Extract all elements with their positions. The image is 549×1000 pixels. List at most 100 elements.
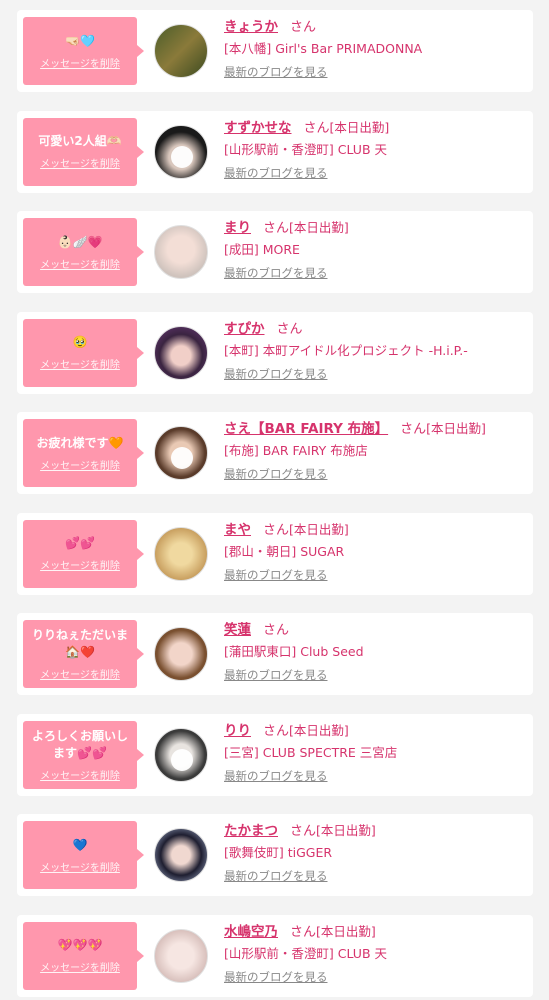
name-line: すずかせな さん[本日出勤] bbox=[224, 118, 524, 139]
avatar[interactable] bbox=[154, 24, 208, 78]
cast-info: すずかせな さん[本日出勤] [山形駅前・香澄町] CLUB 天 最新のブログを見… bbox=[224, 118, 524, 185]
delete-message-link[interactable]: メッセージを削除 bbox=[40, 859, 120, 874]
cast-name-link[interactable]: すずかせな bbox=[224, 120, 292, 136]
message-text: よろしくお願いします💕💕 bbox=[31, 728, 128, 760]
cast-info: きょうか さん [本八幡] Girl's Bar PRIMADONNA 最新のブロ… bbox=[224, 17, 524, 84]
delete-message-link[interactable]: メッセージを削除 bbox=[40, 356, 120, 371]
favorite-card: お疲れ様です🧡 メッセージを削除 さえ【BAR FAIRY 布施】 さん[本日出勤… bbox=[17, 412, 533, 494]
message-bubble: 可愛い2人組🫶🏻 メッセージを削除 bbox=[23, 117, 144, 186]
message-bubble: お疲れ様です🧡 メッセージを削除 bbox=[23, 419, 144, 487]
message-text: 💖💖💖 bbox=[57, 938, 103, 952]
avatar[interactable] bbox=[154, 526, 208, 581]
face-mask-icon bbox=[171, 748, 193, 771]
latest-blog-link[interactable]: 最新のブログを見る bbox=[224, 60, 524, 84]
name-line: すぴか さん bbox=[224, 319, 524, 340]
avatar[interactable] bbox=[154, 928, 208, 983]
latest-blog-link[interactable]: 最新のブログを見る bbox=[224, 563, 524, 587]
name-line: まや さん[本日出勤] bbox=[224, 520, 524, 541]
delete-message-link[interactable]: メッセージを削除 bbox=[40, 557, 120, 572]
favorite-card: りりねぇただいま🏠❤️ メッセージを削除 笑蓮 さん [蒲田駅東口] Club S… bbox=[17, 613, 533, 695]
message-bubble: りりねぇただいま🏠❤️ メッセージを削除 bbox=[23, 620, 144, 688]
favorite-card: 🥹 メッセージを削除 すぴか さん [本町] 本町アイドル化プロジェクト -H.i… bbox=[17, 311, 533, 394]
attendance-status: [本日出勤] bbox=[289, 722, 349, 738]
avatar[interactable] bbox=[154, 828, 208, 882]
name-line: たかまつ さん[本日出勤] bbox=[224, 821, 524, 842]
message-text: 👶🏻🪽💗 bbox=[57, 234, 103, 249]
cast-name-link[interactable]: りり bbox=[224, 723, 251, 739]
message-text: 💙 bbox=[72, 837, 88, 852]
honorific: さん bbox=[290, 924, 317, 940]
favorite-card: 💖💖💖 メッセージを削除 水嶋空乃 さん[本日出勤] [山形駅前・香澄町] CLU… bbox=[17, 914, 533, 997]
attendance-status: [本日出勤] bbox=[316, 923, 376, 939]
cast-name-link[interactable]: まり bbox=[224, 220, 251, 236]
message-bubble: 👶🏻🪽💗 メッセージを削除 bbox=[23, 218, 144, 286]
avatar[interactable] bbox=[154, 627, 208, 681]
favorite-card: 💙 メッセージを削除 たかまつ さん[本日出勤] [歌舞伎町] tiGGER 最新… bbox=[17, 814, 533, 896]
cast-info: りり さん[本日出勤] [三宮] CLUB SPECTRE 三宮店 最新のブログを… bbox=[224, 721, 524, 788]
latest-blog-link[interactable]: 最新のブログを見る bbox=[224, 261, 524, 285]
honorific: さん bbox=[276, 321, 303, 337]
cast-name-link[interactable]: たかまつ bbox=[224, 823, 278, 839]
delete-message-link[interactable]: メッセージを削除 bbox=[40, 767, 120, 782]
name-line: きょうか さん bbox=[224, 17, 524, 38]
cast-name-link[interactable]: すぴか bbox=[224, 321, 265, 337]
shop-name: [成田] MORE bbox=[224, 242, 300, 257]
latest-blog-link[interactable]: 最新のブログを見る bbox=[224, 663, 524, 687]
honorific: さん bbox=[263, 522, 290, 538]
shop-name: [歌舞伎町] tiGGER bbox=[224, 845, 333, 860]
honorific: さん bbox=[400, 422, 427, 437]
cast-name-link[interactable]: 水嶋空乃 bbox=[224, 924, 278, 940]
attendance-status: [本日出勤] bbox=[329, 119, 390, 135]
honorific: さん bbox=[263, 623, 290, 638]
cast-info: まり さん[本日出勤] [成田] MORE 最新のブログを見る bbox=[224, 218, 524, 285]
delete-message-link[interactable]: メッセージを削除 bbox=[40, 256, 120, 271]
shop-name: [山形駅前・香澄町] CLUB 天 bbox=[224, 945, 387, 961]
delete-message-link[interactable]: メッセージを削除 bbox=[40, 666, 120, 681]
latest-blog-link[interactable]: 最新のブログを見る bbox=[224, 462, 524, 486]
attendance-status: [本日出勤] bbox=[289, 521, 349, 537]
latest-blog-link[interactable]: 最新のブログを見る bbox=[224, 965, 524, 989]
avatar[interactable] bbox=[154, 727, 208, 782]
cast-info: たかまつ さん[本日出勤] [歌舞伎町] tiGGER 最新のブログを見る bbox=[224, 821, 524, 888]
favorite-card: 🤜🏻🩵 メッセージを削除 きょうか さん [本八幡] Girl's Bar PRI… bbox=[17, 10, 533, 92]
cast-info: 笑蓮 さん [蒲田駅東口] Club Seed 最新のブログを見る bbox=[224, 620, 524, 687]
attendance-status: [本日出勤] bbox=[426, 421, 486, 436]
shop-name: [三宮] CLUB SPECTRE 三宮店 bbox=[224, 744, 398, 760]
avatar[interactable] bbox=[154, 225, 208, 279]
name-line: りり さん[本日出勤] bbox=[224, 721, 524, 742]
cast-info: まや さん[本日出勤] [郡山・朝日] SUGAR 最新のブログを見る bbox=[224, 520, 524, 587]
avatar[interactable] bbox=[154, 124, 208, 179]
cast-name-link[interactable]: まや bbox=[224, 522, 251, 538]
message-text: お疲れ様です🧡 bbox=[36, 435, 124, 450]
delete-message-link[interactable]: メッセージを削除 bbox=[40, 959, 120, 974]
cast-name-link[interactable]: 笑蓮 bbox=[224, 622, 251, 638]
shop-name: [本町] 本町アイドル化プロジェクト -H.i.P.- bbox=[224, 342, 468, 358]
latest-blog-link[interactable]: 最新のブログを見る bbox=[224, 764, 524, 788]
name-line: 水嶋空乃 さん[本日出勤] bbox=[224, 922, 524, 943]
avatar[interactable] bbox=[154, 426, 208, 480]
name-line: 笑蓮 さん bbox=[224, 620, 524, 641]
cast-info: 水嶋空乃 さん[本日出勤] [山形駅前・香澄町] CLUB 天 最新のブログを見る bbox=[224, 922, 524, 989]
face-mask-icon bbox=[171, 447, 193, 469]
honorific: さん bbox=[290, 20, 317, 35]
favorite-card: よろしくお願いします💕💕 メッセージを削除 りり さん[本日出勤] [三宮] CL… bbox=[17, 713, 533, 796]
cast-info: さえ【BAR FAIRY 布施】 さん[本日出勤] [布施] BAR FAIRY … bbox=[224, 419, 524, 486]
message-text: 可愛い2人組🫶🏻 bbox=[38, 134, 122, 148]
latest-blog-link[interactable]: 最新のブログを見る bbox=[224, 362, 524, 386]
favorite-card: 可愛い2人組🫶🏻 メッセージを削除 すずかせな さん[本日出勤] [山形駅前・香澄… bbox=[17, 110, 533, 193]
message-bubble: 🥹 メッセージを削除 bbox=[23, 318, 144, 387]
honorific: さん bbox=[263, 221, 290, 236]
latest-blog-link[interactable]: 最新のブログを見る bbox=[224, 864, 524, 888]
cast-name-link[interactable]: きょうか bbox=[224, 19, 278, 35]
name-line: さえ【BAR FAIRY 布施】 さん[本日出勤] bbox=[224, 419, 524, 440]
shop-name: [蒲田駅東口] Club Seed bbox=[224, 644, 364, 659]
avatar[interactable] bbox=[154, 325, 208, 380]
delete-message-link[interactable]: メッセージを削除 bbox=[40, 155, 120, 170]
delete-message-link[interactable]: メッセージを削除 bbox=[40, 457, 120, 472]
delete-message-link[interactable]: メッセージを削除 bbox=[40, 55, 120, 70]
latest-blog-link[interactable]: 最新のブログを見る bbox=[224, 161, 524, 185]
message-bubble: 💕💕 メッセージを削除 bbox=[23, 519, 144, 588]
shop-name: [本八幡] Girl's Bar PRIMADONNA bbox=[224, 41, 423, 56]
favorite-card: 👶🏻🪽💗 メッセージを削除 まり さん[本日出勤] [成田] MORE 最新のブロ… bbox=[17, 211, 533, 293]
cast-name-link[interactable]: さえ【BAR FAIRY 布施】 bbox=[224, 421, 388, 437]
